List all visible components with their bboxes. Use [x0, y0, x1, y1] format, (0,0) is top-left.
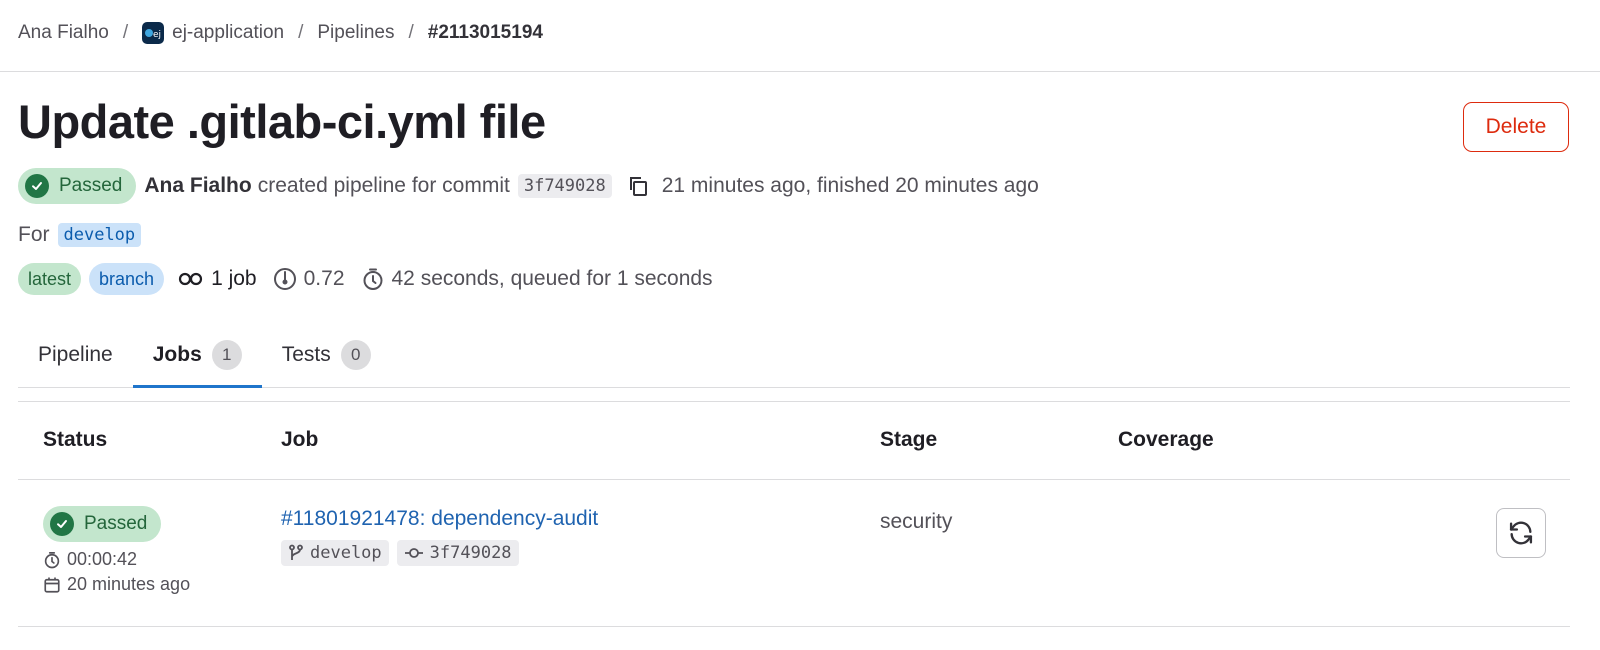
job-finished-value: 20 minutes ago: [67, 574, 191, 594]
status-badge[interactable]: Passed: [18, 168, 137, 204]
column-header-job: Job: [281, 428, 319, 451]
pipeline-duration: 42 seconds, queued for 1 seconds: [361, 267, 713, 291]
pipeline-badges: latest branch 1 job 0.72 42 seconds, que…: [18, 262, 723, 296]
check-circle-icon: [25, 174, 49, 198]
job-status-label: Passed: [84, 513, 148, 534]
calendar-icon: [44, 577, 60, 593]
branch-badge: branch: [89, 263, 165, 295]
breadcrumb-project[interactable]: ej ej-application: [142, 21, 285, 44]
table-header: Status Job Stage Coverage: [18, 402, 1570, 480]
pipeline-tabs: Pipeline Jobs 1 Tests 0: [18, 323, 1570, 388]
gauge-icon: [273, 268, 296, 290]
job-status-badge[interactable]: Passed: [43, 506, 162, 542]
pipeline-time: 21 minutes ago, finished 20 minutes ago: [661, 174, 1039, 197]
job-duration: 00:00:42: [43, 549, 190, 570]
breadcrumb-separator: /: [122, 22, 129, 43]
tab-tests-count: 0: [340, 340, 371, 370]
tab-tests[interactable]: Tests 0: [262, 323, 391, 387]
breadcrumb-project-label: ej-application: [172, 22, 285, 43]
pipeline-meta: Passed Ana Fialho created pipeline for c…: [18, 167, 1039, 205]
ref-branch[interactable]: develop: [57, 223, 142, 247]
retry-icon: [1509, 521, 1533, 545]
tab-jobs-count: 1: [211, 340, 242, 370]
commit-sha[interactable]: 3f749028: [517, 174, 612, 198]
retry-job-button[interactable]: [1496, 508, 1546, 558]
compute-usage: 0.72: [273, 267, 345, 291]
breadcrumb-separator: /: [408, 22, 414, 43]
job-commit-chip[interactable]: 3f749028: [396, 540, 519, 566]
page-title: Update .gitlab-ci.yml file: [18, 95, 546, 148]
branch-icon: [289, 544, 303, 560]
job-commit-label: 3f749028: [429, 543, 512, 563]
delete-button[interactable]: Delete: [1463, 102, 1569, 152]
copy-icon[interactable]: [626, 174, 650, 198]
compute-usage-value: 0.72: [303, 267, 345, 290]
breadcrumb: Ana Fialho / ej ej-application / Pipelin…: [18, 18, 543, 48]
job-link[interactable]: #11801921478: dependency-audit: [281, 507, 598, 530]
tab-pipeline[interactable]: Pipeline: [18, 323, 133, 387]
job-count-label: 1 job: [211, 267, 257, 290]
job-status-cell: Passed 00:00:42 20 minutes ago: [43, 506, 190, 595]
jobs-table: Status Job Stage Coverage Passed 00:00:4…: [18, 401, 1570, 627]
job-finished: 20 minutes ago: [43, 574, 190, 595]
breadcrumb-pipelines[interactable]: Pipelines: [317, 22, 394, 44]
breadcrumb-pipeline-id[interactable]: #2113015194: [428, 22, 543, 44]
tab-pipeline-label: Pipeline: [38, 343, 113, 366]
table-row: Passed 00:00:42 20 minutes ago #11801921…: [18, 480, 1570, 627]
breadcrumb-separator: /: [298, 22, 304, 43]
breadcrumb-user[interactable]: Ana Fialho: [18, 22, 109, 44]
timer-icon: [363, 268, 382, 290]
ref-row: For develop: [18, 220, 142, 250]
header-divider: [0, 71, 1600, 72]
tab-jobs-label: Jobs: [152, 343, 202, 366]
pipeline-icon: [178, 272, 203, 286]
project-avatar-icon: ej: [142, 21, 165, 44]
job-refs: develop 3f749028: [281, 540, 598, 566]
for-label: For: [18, 223, 50, 246]
pipeline-duration-label: 42 seconds, queued for 1 seconds: [391, 267, 713, 290]
job-stage: security: [880, 510, 953, 533]
column-header-coverage: Coverage: [1118, 428, 1214, 451]
svg-text:ej: ej: [153, 30, 161, 40]
job-branch-chip[interactable]: develop: [281, 540, 389, 566]
job-branch-label: develop: [310, 543, 382, 563]
job-count: 1 job: [178, 267, 257, 291]
author-name[interactable]: Ana Fialho: [144, 174, 251, 198]
created-text: created pipeline for commit: [257, 174, 510, 197]
job-cell: #11801921478: dependency-audit develop 3…: [281, 507, 598, 566]
column-header-stage: Stage: [880, 428, 938, 451]
commit-icon: [404, 548, 423, 558]
tab-jobs[interactable]: Jobs 1: [132, 323, 262, 388]
status-label: Passed: [59, 175, 123, 196]
column-header-status: Status: [43, 428, 108, 451]
tab-tests-label: Tests: [281, 343, 331, 366]
latest-badge: latest: [18, 263, 82, 295]
check-circle-icon: [50, 512, 74, 536]
timer-icon: [44, 551, 60, 568]
job-duration-value: 00:00:42: [67, 549, 138, 569]
